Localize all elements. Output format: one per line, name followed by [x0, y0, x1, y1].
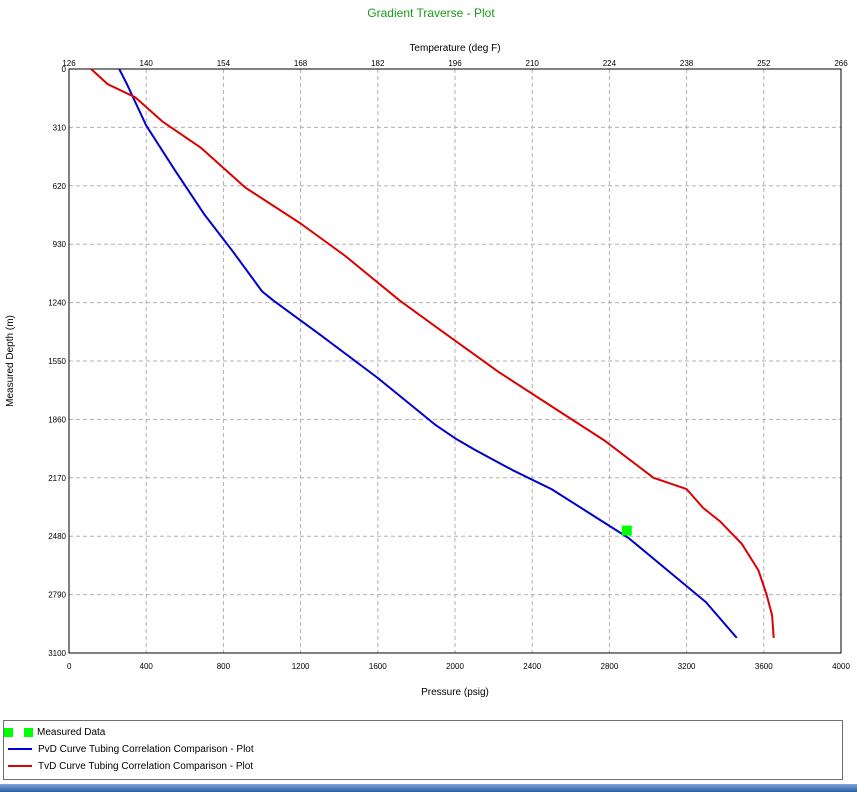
depth-tick-label: 2790 — [48, 591, 66, 600]
legend-label-pvd: PvD Curve Tubing Correlation Comparison … — [38, 743, 254, 755]
tick-labels: 0 400 800 1200 1600 2000 2400 2800 3200 3600 4000 1… — [48, 59, 850, 671]
temperature-tick-label: 210 — [526, 59, 540, 68]
series-lines — [90, 68, 775, 639]
depth-tick-label: 930 — [53, 240, 67, 249]
depth-tick-label: 1240 — [48, 299, 66, 308]
temperature-tick-label: 266 — [834, 59, 848, 68]
depth-tick-label: 3100 — [48, 649, 66, 658]
legend-item-tvd: TvD Curve Tubing Correlation Comparison … — [4, 758, 253, 774]
measured-swatch-icon — [24, 727, 33, 737]
depth-tick-label: 2480 — [48, 532, 66, 541]
depth-tick-label: 1550 — [48, 357, 66, 366]
measured-data-point — [621, 525, 632, 536]
pressure-tick-label: 400 — [140, 662, 154, 671]
tvd-curve-line — [90, 68, 775, 638]
pressure-tick-label: 1200 — [292, 662, 310, 671]
pressure-tick-label: 2800 — [601, 662, 619, 671]
depth-axis-label: Measured Depth (m) — [5, 315, 16, 407]
temperature-axis-label: Temperature (deg F) — [409, 43, 500, 54]
pressure-tick-label: 1600 — [369, 662, 387, 671]
depth-tick-label: 2170 — [48, 474, 66, 483]
depth-tick-label: 310 — [53, 123, 67, 132]
pressure-tick-label: 800 — [217, 662, 231, 671]
pressure-tick-label: 3600 — [755, 662, 773, 671]
pressure-tick-label: 0 — [67, 662, 72, 671]
chart-title: Gradient Traverse - Plot — [367, 6, 495, 20]
legend-item-measured: Measured Data — [4, 724, 105, 740]
temperature-tick-label: 252 — [757, 59, 771, 68]
temperature-tick-label: 196 — [448, 59, 462, 68]
depth-tick-label: 0 — [62, 65, 67, 74]
legend-label-measured: Measured Data — [37, 726, 106, 738]
legend: Measured Data PvD Curve Tubing Correlati… — [3, 720, 843, 780]
temperature-tick-label: 168 — [294, 59, 308, 68]
pressure-tick-label: 3200 — [678, 662, 696, 671]
temperature-tick-label: 140 — [140, 59, 154, 68]
legend-item-pvd: PvD Curve Tubing Correlation Comparison … — [4, 741, 254, 757]
depth-tick-label: 620 — [53, 182, 67, 191]
temperature-tick-label: 224 — [603, 59, 617, 68]
temperature-tick-label: 154 — [217, 59, 231, 68]
legend-label-tvd: TvD Curve Tubing Correlation Comparison … — [38, 760, 254, 772]
depth-tick-label: 1860 — [48, 415, 66, 424]
measured-swatch-icon — [4, 727, 13, 737]
pressure-tick-label: 2400 — [523, 662, 541, 671]
pressure-tick-label: 4000 — [832, 662, 850, 671]
pvd-line-swatch-icon — [8, 748, 32, 750]
temperature-tick-label: 238 — [680, 59, 694, 68]
grid-lines — [69, 69, 841, 653]
temperature-tick-label: 182 — [371, 59, 385, 68]
pressure-tick-label: 2000 — [446, 662, 464, 671]
gradient-traverse-chart: Gradient Traverse - Plot Temperature (de… — [5, 6, 850, 698]
measured-markers — [621, 525, 632, 536]
pvd-curve-line — [118, 68, 738, 639]
pressure-axis-label: Pressure (psig) — [421, 687, 489, 698]
tvd-line-swatch-icon — [8, 765, 32, 767]
taskbar — [0, 784, 857, 792]
